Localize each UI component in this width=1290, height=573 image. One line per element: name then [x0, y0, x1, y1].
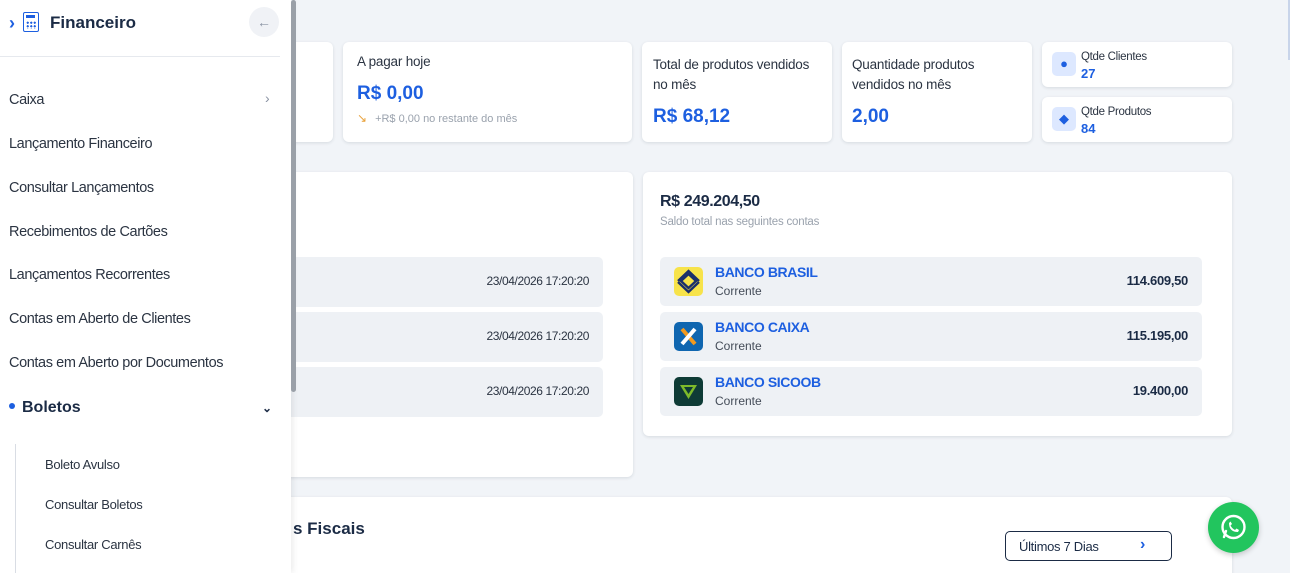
active-dot-icon: [9, 402, 15, 409]
card-label: A pagar hoje: [357, 54, 431, 69]
calculator-icon: [23, 12, 39, 32]
balance-total: R$ 249.204,50: [660, 193, 760, 210]
sidebar-subitem-consultar-carnes[interactable]: Consultar Carnês: [45, 537, 142, 552]
sidebar-subitem-consultar-boletos[interactable]: Consultar Boletos: [45, 497, 143, 512]
card-value: R$ 0,00: [357, 83, 424, 104]
arrow-left-icon[interactable]: ←: [249, 7, 279, 37]
list-item-datetime: 23/04/2026 17:20:20: [486, 329, 589, 343]
card-sub: ↘ +R$ 0,00 no restante do mês: [357, 111, 517, 125]
section-title: s Fiscais: [293, 519, 365, 538]
mini-label: Qtde Clientes: [1081, 51, 1147, 63]
sidebar-group-label: Boletos: [22, 399, 81, 416]
bank-value: 114.609,50: [1126, 273, 1189, 288]
list-item-datetime: 23/04/2026 17:20:20: [486, 384, 589, 398]
caixa-logo: [674, 322, 703, 351]
list-item-datetime: 23/04/2026 17:20:20: [486, 274, 589, 288]
bank-account-item[interactable]: BANCO CAIXA Corrente 115.195,00: [660, 312, 1202, 361]
list-item[interactable]: 23/04/2026 17:20:20: [250, 257, 603, 307]
mini-label: Qtde Produtos: [1081, 106, 1152, 118]
whatsapp-icon: [1221, 514, 1246, 540]
sidebar-item-lancamentos-recorrentes[interactable]: Lançamentos Recorrentes: [9, 267, 170, 283]
sidebar-item-contas-aberto-clientes[interactable]: Contas em Aberto de Clientes: [9, 311, 191, 327]
whatsapp-button[interactable]: [1208, 502, 1259, 553]
card-label: Quantidade produtos: [852, 57, 975, 72]
user-icon: ●: [1052, 52, 1076, 76]
card-label-2: no mês: [653, 77, 697, 92]
mini-value: 27: [1081, 66, 1096, 81]
chevron-right-icon: ›: [265, 90, 270, 106]
bank-value: 115.195,00: [1126, 328, 1189, 343]
balance-caption: Saldo total nas seguintes contas: [660, 216, 820, 228]
card-label: Total de produtos vendidos: [653, 57, 810, 72]
card-qtde-produtos: ◆ Qtde Produtos 84: [1042, 97, 1232, 142]
sidebar-item-caixa[interactable]: Caixa: [9, 92, 44, 108]
sidebar: › Financeiro ← Caixa › Lançamento Financ…: [0, 0, 291, 573]
card-label-2: vendidos no mês: [852, 77, 952, 92]
sidebar-group-boletos[interactable]: Boletos: [9, 399, 81, 417]
sidebar-scrollbar[interactable]: [291, 0, 296, 392]
sidebar-item-contas-aberto-documentos[interactable]: Contas em Aberto por Documentos: [9, 355, 223, 371]
submenu-divider: [15, 444, 16, 573]
bank-value: 19.400,00: [1132, 383, 1188, 398]
sidebar-subitem-boleto-avulso[interactable]: Boleto Avulso: [45, 457, 120, 472]
bank-name: BANCO BRASIL: [715, 264, 818, 280]
sidebar-item-recebimentos-cartoes[interactable]: Recebimentos de Cartões: [9, 224, 168, 240]
period-dropdown[interactable]: Últimos 7 Dias ›: [1005, 531, 1172, 561]
sidebar-title: Financeiro: [50, 13, 136, 32]
bank-type: Corrente: [715, 339, 762, 353]
list-item[interactable]: 23/04/2026 17:20:20: [250, 367, 603, 417]
card-total-produtos-vendidos: Total de produtos vendidos no mês R$ 68,…: [642, 42, 832, 142]
card-recent-list: 23/04/2026 17:20:20 23/04/2026 17:20:20 …: [250, 172, 633, 477]
banco-brasil-logo: [674, 267, 703, 296]
bank-name: BANCO CAIXA: [715, 319, 810, 335]
sicoob-logo: [674, 377, 703, 406]
bank-type: Corrente: [715, 284, 762, 298]
card-quantidade-produtos: Quantidade produtos vendidos no mês 2,00: [842, 42, 1032, 142]
trend-down-icon: ↘: [357, 111, 368, 125]
bank-account-item[interactable]: BANCO BRASIL Corrente 114.609,50: [660, 257, 1202, 306]
mini-value: 84: [1081, 121, 1096, 136]
sidebar-item-consultar-lancamentos[interactable]: Consultar Lançamentos: [9, 180, 154, 196]
period-dropdown-value: Últimos 7 Dias: [1019, 539, 1099, 554]
card-value: R$ 68,12: [653, 106, 731, 127]
chevron-right-icon: ›: [1140, 536, 1146, 553]
card-qtde-clientes: ● Qtde Clientes 27: [1042, 42, 1232, 87]
bank-name: BANCO SICOOB: [715, 374, 821, 390]
card-a-pagar-hoje: A pagar hoje R$ 0,00 ↘ +R$ 0,00 no restan…: [343, 42, 632, 142]
box-icon: ◆: [1052, 107, 1076, 131]
bank-type: Corrente: [715, 394, 762, 408]
card-sub-text: +R$ 0,00 no restante do mês: [375, 113, 518, 125]
list-item[interactable]: 23/04/2026 17:20:20: [250, 312, 603, 362]
sidebar-header: › Financeiro ←: [0, 0, 280, 57]
chevron-right-icon[interactable]: ›: [9, 13, 15, 34]
sidebar-item-lancamento-financeiro[interactable]: Lançamento Financeiro: [9, 136, 153, 152]
bank-account-item[interactable]: BANCO SICOOB Corrente 19.400,00: [660, 367, 1202, 416]
chevron-down-icon[interactable]: ⌄: [262, 401, 272, 415]
card-value: 2,00: [852, 106, 889, 127]
